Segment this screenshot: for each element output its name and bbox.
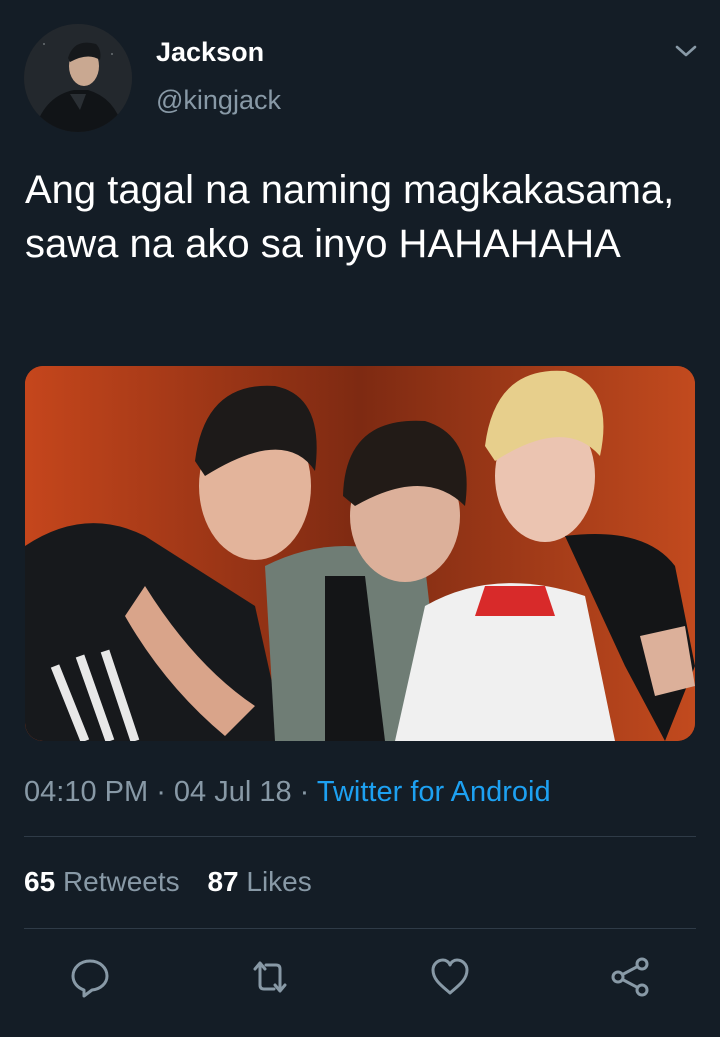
avatar[interactable] (24, 24, 132, 132)
tweet-meta: 04:10 PM · 04 Jul 18 · Twitter for Andro… (24, 776, 551, 809)
tweet-text: Ang tagal na naming magkakasama, sawa na… (25, 168, 675, 266)
retweet-icon[interactable] (248, 955, 292, 999)
share-icon[interactable] (608, 955, 652, 999)
meta-separator: · (291, 776, 317, 808)
divider (24, 928, 696, 929)
chevron-down-icon[interactable] (673, 40, 699, 62)
user-name[interactable]: Jackson (156, 37, 264, 68)
heart-icon[interactable] (428, 955, 472, 999)
likes-stat[interactable]: 87 Likes (207, 866, 311, 897)
likes-label: Likes (246, 866, 312, 897)
user-handle[interactable]: @kingjack (156, 85, 281, 116)
reply-icon[interactable] (68, 955, 112, 999)
tweet-time: 04:10 PM (24, 776, 149, 808)
avatar-image (24, 24, 132, 132)
retweets-count: 65 (24, 866, 56, 897)
meta-separator: · (148, 776, 174, 808)
tweet-date: 04 Jul 18 (173, 776, 292, 808)
likes-count: 87 (207, 866, 239, 897)
photo-illustration (25, 366, 695, 741)
retweets-stat[interactable]: 65 Retweets (24, 866, 180, 897)
tweet-media-photo[interactable] (25, 366, 695, 741)
tweet-source-link[interactable]: Twitter for Android (317, 776, 551, 808)
tweet-actions (0, 955, 720, 1001)
divider (24, 836, 696, 837)
tweet-stats: 65 Retweets 87 Likes (24, 866, 332, 898)
retweets-label: Retweets (62, 866, 180, 897)
